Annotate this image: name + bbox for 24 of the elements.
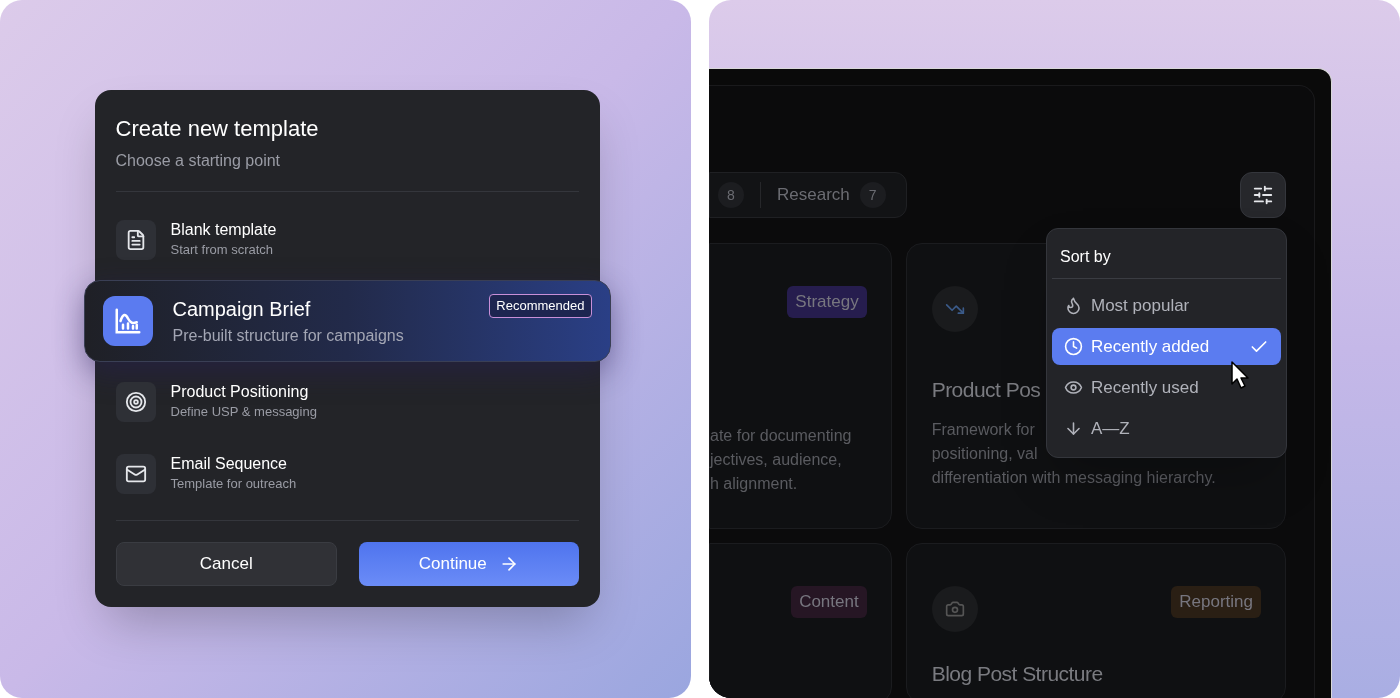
option-title: Campaign Brief (172, 297, 312, 322)
card-title: Blog Post Structure (931, 661, 1103, 687)
category-tag: Reporting (1171, 586, 1261, 618)
option-title: Blank template (170, 220, 277, 241)
card-title: Product Pos (931, 377, 1041, 403)
option-title: Email Sequence (170, 454, 288, 475)
option-description: Template for outreach (170, 475, 297, 494)
description-line: h alignment. (710, 474, 798, 494)
count-badge: 7 (859, 182, 886, 208)
description-line: ate for documenting (710, 426, 852, 446)
option-description: Pre-built structure for campaigns (172, 326, 405, 346)
option-title: Product Positioning (170, 382, 310, 403)
menu-title: Sort by (1059, 247, 1112, 267)
description-line: differentiation with messaging hierarchy. (931, 467, 1216, 488)
description-line: positioning, val (931, 443, 1038, 464)
dialog-title: Create new template (115, 115, 320, 143)
dialog-subtitle: Choose a starting point (115, 151, 282, 171)
description-line: jectives, audience, (710, 450, 842, 470)
category-tag: Content (791, 586, 867, 618)
option-description: Start from scratch (170, 241, 275, 260)
category-tag: Strategy (787, 286, 867, 318)
description-line: Framework for (931, 419, 1035, 440)
option-description: Define USP & messaging (170, 403, 317, 422)
recommended-badge: Recommended (489, 294, 592, 318)
